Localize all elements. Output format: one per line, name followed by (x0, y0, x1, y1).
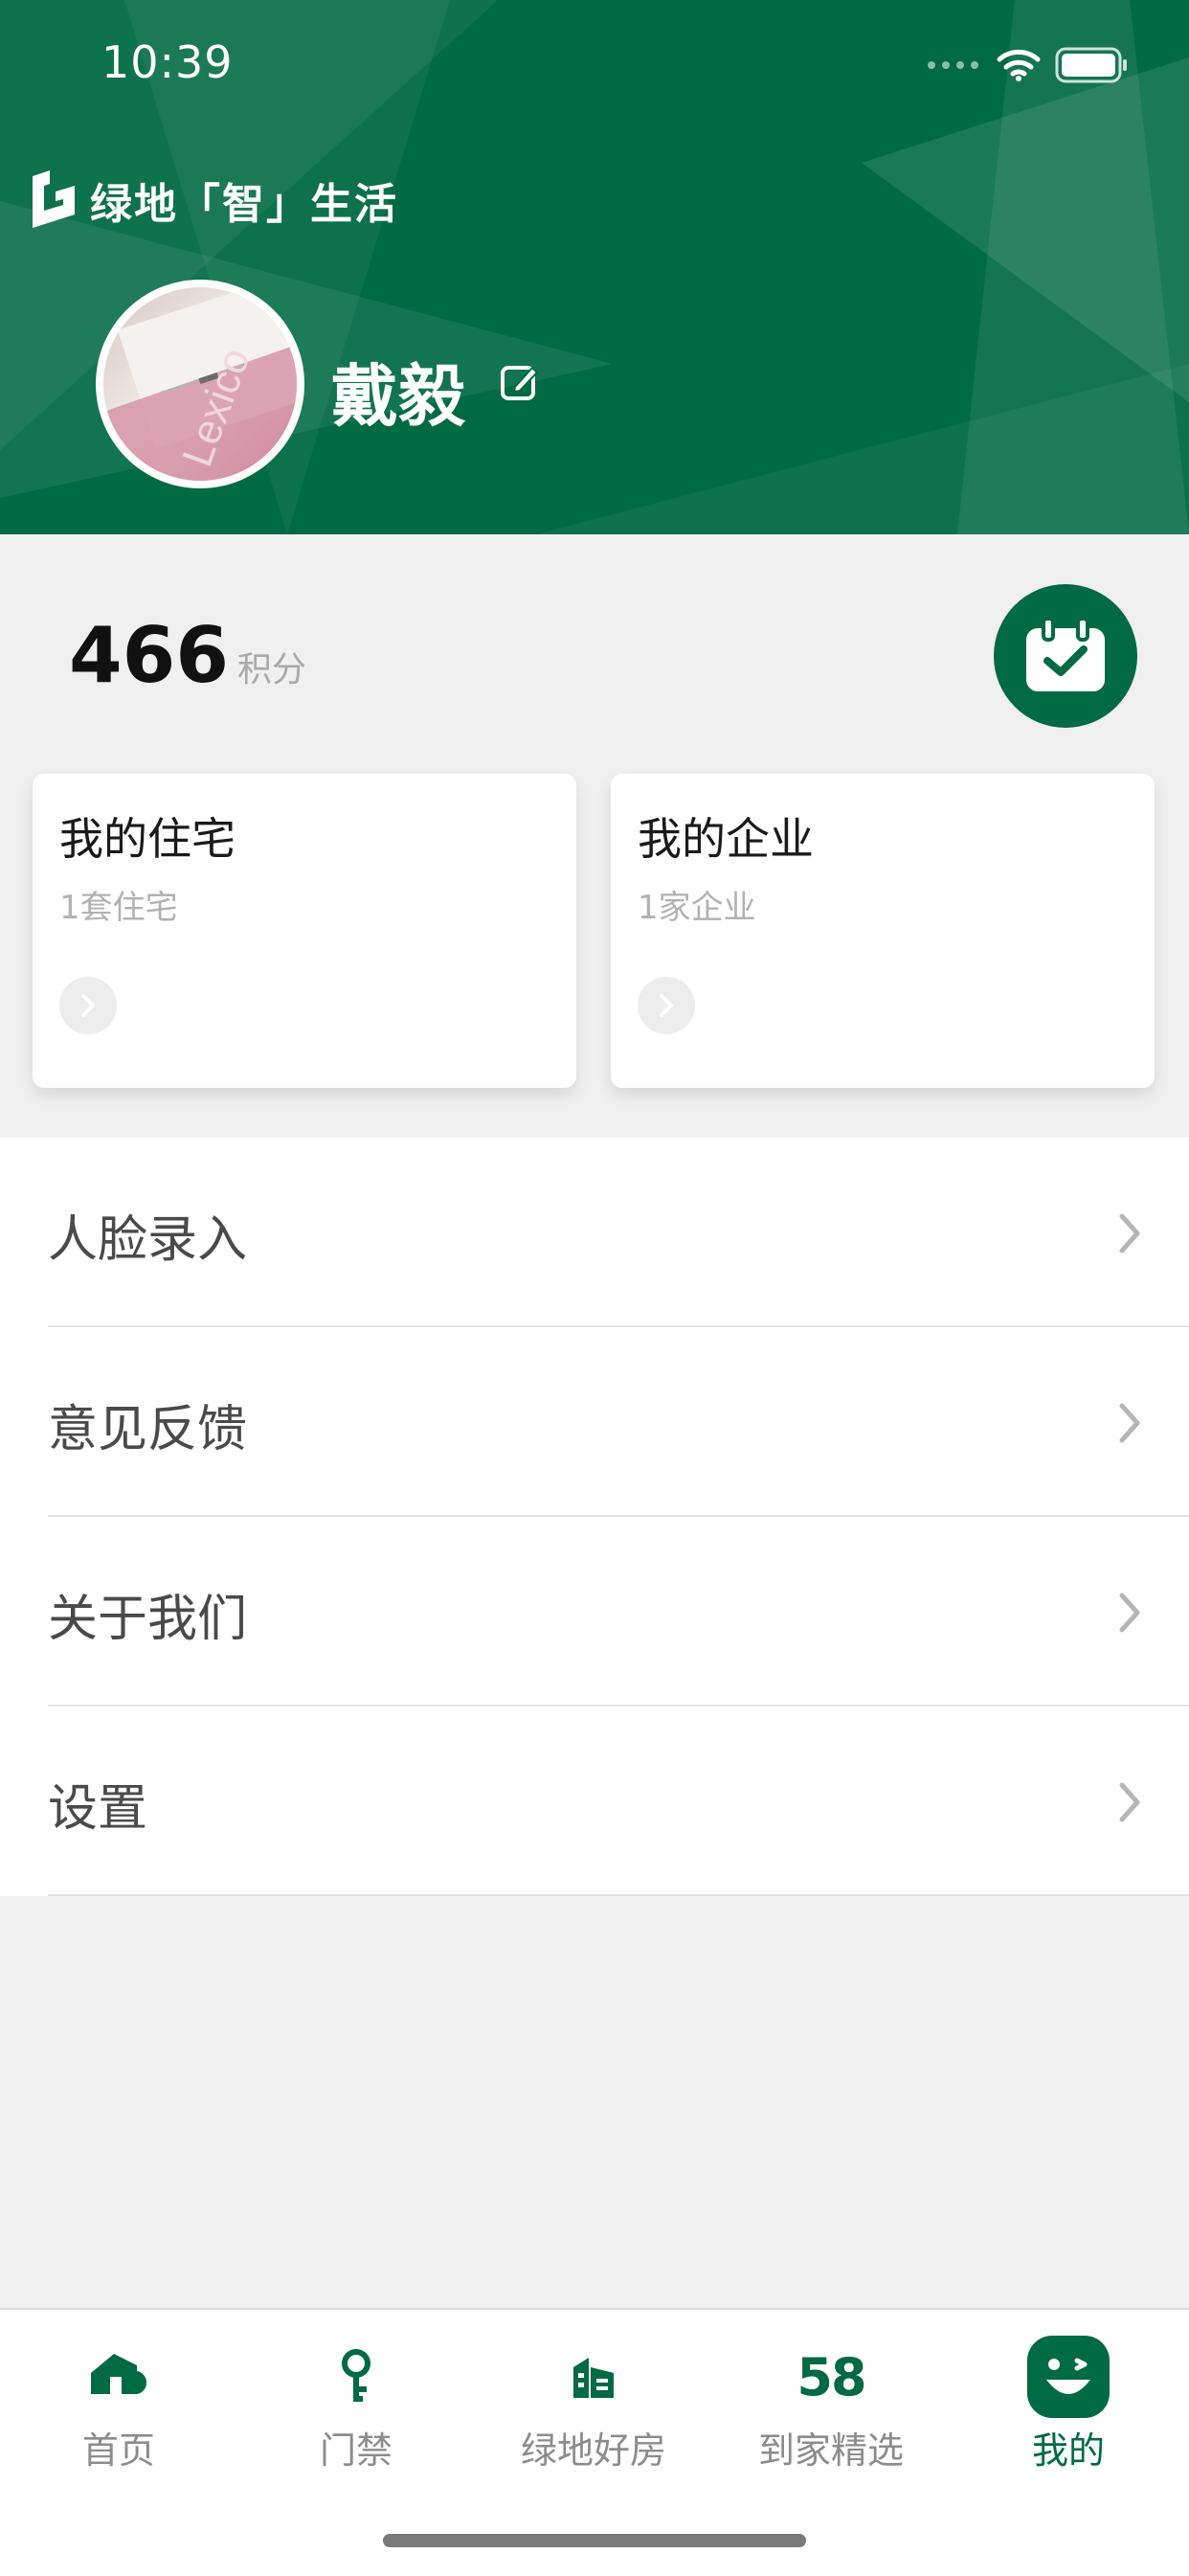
tab-label: 首页 (81, 2429, 155, 2472)
my-residence-card[interactable]: 我的住宅 1套住宅 (33, 774, 576, 1088)
card-subtitle: 1家企业 (638, 889, 756, 927)
tab-greenland-homes[interactable]: 绿地好房 (475, 2310, 712, 2492)
calendar-check-icon (1026, 617, 1105, 691)
tab-home[interactable]: 首页 (0, 2310, 237, 2492)
avatar[interactable]: Lexico (96, 280, 304, 488)
key-icon (237, 2337, 475, 2417)
avatar-image: Lexico (103, 287, 297, 481)
battery-icon (1055, 47, 1127, 83)
tab-label: 绿地好房 (520, 2429, 666, 2472)
chevron-right-icon[interactable] (59, 977, 117, 1034)
profile-header: 10:39 绿地「智」生活 Lexico 戴毅 (0, 0, 1189, 534)
greenland-logo-icon (33, 170, 75, 228)
menu-item-label: 关于我们 (48, 1591, 248, 1648)
settings-menu: 人脸录入 意见反馈 关于我们 设置 (0, 1138, 1189, 1896)
chevron-right-icon (1119, 1403, 1140, 1443)
tab-mine[interactable]: 我的 (950, 2310, 1187, 2492)
tab-door-access[interactable]: 门禁 (237, 2310, 475, 2492)
home-indicator (383, 2534, 806, 2547)
username: 戴毅 (331, 357, 465, 436)
points-unit: 积分 (237, 650, 307, 689)
card-title: 我的企业 (638, 813, 814, 865)
buildings-icon (475, 2337, 712, 2417)
status-icons (927, 42, 1130, 88)
58-logo-text: 58 (796, 2346, 866, 2407)
menu-item-label: 设置 (48, 1780, 148, 1838)
brand-title: 绿地「智」生活 (90, 180, 398, 229)
menu-item-feedback[interactable]: 意见反馈 (0, 1327, 1189, 1517)
58-icon: 58 (712, 2337, 950, 2417)
tab-label: 门禁 (319, 2429, 393, 2472)
tab-home-selection[interactable]: 58 到家精选 (712, 2310, 950, 2492)
card-title: 我的住宅 (59, 813, 236, 865)
menu-item-about-us[interactable]: 关于我们 (0, 1517, 1189, 1706)
wifi-icon (997, 49, 1041, 81)
home-icon (0, 2337, 237, 2417)
menu-item-label: 人脸录入 (48, 1211, 248, 1269)
chevron-right-icon (1119, 1593, 1140, 1633)
status-time: 10:39 (101, 36, 234, 88)
smiley-icon (950, 2336, 1187, 2418)
cellular-signal-icon (928, 61, 978, 69)
card-subtitle: 1套住宅 (59, 889, 178, 927)
edit-profile-icon[interactable] (500, 362, 540, 402)
my-enterprise-card[interactable]: 我的企业 1家企业 (611, 774, 1155, 1088)
tab-label: 到家精选 (757, 2429, 904, 2472)
divider (48, 1894, 1189, 1896)
menu-item-face-registration[interactable]: 人脸录入 (0, 1138, 1189, 1327)
points-value: 466 (69, 611, 229, 700)
chevron-right-icon (1119, 1782, 1140, 1822)
chevron-right-icon[interactable] (638, 977, 695, 1034)
menu-item-label: 意见反馈 (48, 1401, 248, 1458)
chevron-right-icon (1119, 1213, 1140, 1254)
checkin-button[interactable] (994, 584, 1137, 728)
menu-item-settings[interactable]: 设置 (0, 1706, 1189, 1896)
brand: 绿地「智」生活 (29, 169, 398, 232)
tab-label: 我的 (1031, 2429, 1105, 2472)
